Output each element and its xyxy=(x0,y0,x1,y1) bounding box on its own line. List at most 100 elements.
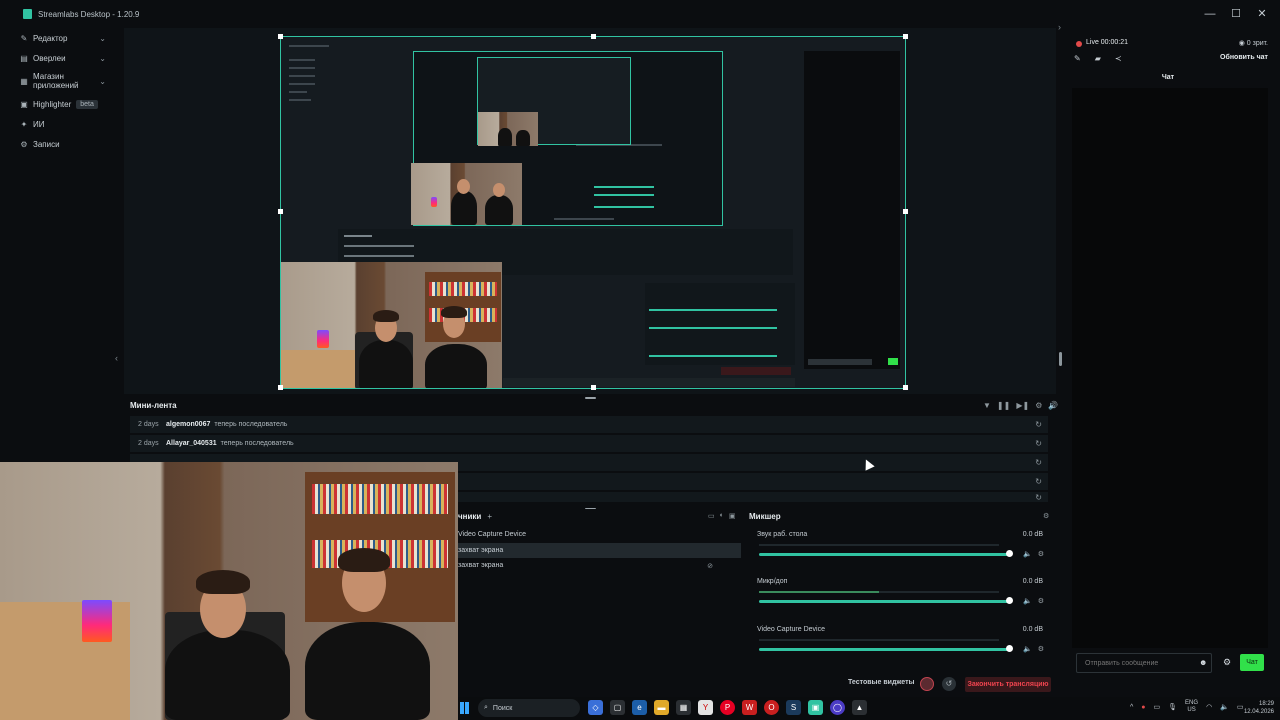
taskbar-search[interactable]: ⌕ Поиск xyxy=(478,699,580,717)
visibility-icon[interactable]: ⊘ xyxy=(707,562,713,570)
volume-icon[interactable]: 🔈 xyxy=(1023,645,1032,653)
volume-slider[interactable] xyxy=(759,600,1011,603)
tray-app-icon[interactable]: ● xyxy=(1141,704,1145,711)
chat-message-input[interactable] xyxy=(1076,653,1212,673)
resize-handle[interactable] xyxy=(278,34,283,39)
replay-icon[interactable]: ↻ xyxy=(1035,477,1042,486)
gear-icon[interactable]: ⚙ xyxy=(1038,550,1044,558)
skip-icon[interactable]: ▶❚ xyxy=(1016,401,1029,410)
chevron-down-icon[interactable]: ⌄ xyxy=(99,34,106,43)
add-folder-icon[interactable]: ▣ xyxy=(729,512,736,520)
feed-user[interactable]: algemon0067 xyxy=(166,421,210,428)
edge-icon[interactable]: e xyxy=(632,700,647,715)
test-widgets-label[interactable]: Тестовые виджеты xyxy=(848,679,914,686)
refresh-chat-button[interactable]: Обновить чат xyxy=(1220,54,1268,61)
widgets-icon[interactable]: ◇ xyxy=(588,700,603,715)
stream-preview[interactable] xyxy=(280,36,906,389)
resize-handle[interactable] xyxy=(903,34,908,39)
volume-icon[interactable]: 🔈 xyxy=(1023,550,1032,558)
folder-icon[interactable]: ▬ xyxy=(654,700,669,715)
wifi-icon[interactable]: ◠ xyxy=(1206,703,1212,711)
app-icon[interactable]: ▲ xyxy=(852,700,867,715)
gear-icon[interactable]: ⚙ xyxy=(1038,597,1044,605)
tray-folder-icon[interactable]: ▭ xyxy=(1154,703,1161,711)
chat-resize-handle[interactable] xyxy=(1059,352,1062,366)
replay-icon[interactable]: ↻ xyxy=(1035,458,1042,467)
chevron-up-icon[interactable]: ^ xyxy=(1130,704,1133,711)
feed-time: 2 days xyxy=(138,440,159,447)
source-item[interactable]: захват экрана ⊘ xyxy=(455,558,741,573)
volume-slider[interactable] xyxy=(759,553,1011,556)
store-icon[interactable]: ▦ xyxy=(676,700,691,715)
sidebar-item-highlighter[interactable]: ▣ Highlighter beta xyxy=(0,94,118,114)
maximize-icon[interactable]: ☐ xyxy=(1230,8,1242,20)
mixer-settings-icon[interactable]: ⚙ xyxy=(1043,512,1049,520)
source-item[interactable]: Video Capture Device xyxy=(455,527,741,542)
add-source-icon[interactable]: + xyxy=(487,512,492,521)
stop-stream-button[interactable]: Закончить трансляцию xyxy=(965,677,1051,692)
volume-knob[interactable] xyxy=(1006,550,1013,557)
resize-handle[interactable] xyxy=(278,385,283,390)
sidebar-item-label: Редактор xyxy=(33,33,68,43)
source-item[interactable]: захват экрана xyxy=(455,543,741,558)
replay-icon[interactable]: ↻ xyxy=(1035,420,1042,429)
gear-icon[interactable]: ⚙ xyxy=(1038,645,1044,653)
steam-icon[interactable]: S xyxy=(786,700,801,715)
collapse-right-icon[interactable]: › xyxy=(1058,22,1061,32)
chat-send-button[interactable]: Чат xyxy=(1240,654,1264,671)
clock[interactable]: 18:29 12.04.2026 xyxy=(1244,700,1274,716)
emoji-icon[interactable]: ☻ xyxy=(1199,658,1207,667)
sidebar-item-recordings[interactable]: ⚙ Записи xyxy=(0,134,118,154)
settings-icon[interactable]: ⚙ xyxy=(1035,401,1042,410)
winrar-icon[interactable]: W xyxy=(742,700,757,715)
opera-icon[interactable]: O xyxy=(764,700,779,715)
scene-icon[interactable]: ◐ xyxy=(720,512,724,520)
taskview-icon[interactable]: ▢ xyxy=(610,700,625,715)
resize-handle[interactable] xyxy=(903,209,908,214)
pinterest-icon[interactable]: P xyxy=(720,700,735,715)
tab-chat[interactable]: Чат xyxy=(1068,74,1268,81)
filter-icon[interactable]: ▼ xyxy=(983,401,991,410)
folder-icon[interactable]: ▰ xyxy=(1095,54,1101,63)
language-indicator[interactable]: ENG US xyxy=(1185,700,1198,714)
share-icon[interactable]: ≺ xyxy=(1115,54,1122,63)
chevron-down-icon[interactable]: ⌄ xyxy=(99,54,106,63)
feed-resize-handle[interactable] xyxy=(585,397,596,399)
folder-icon[interactable]: ▭ xyxy=(708,512,715,520)
resize-handle[interactable] xyxy=(591,385,596,390)
sidebar-item-overlays[interactable]: ▤ Оверлеи ⌄ xyxy=(0,48,118,68)
sidebar-item-ai[interactable]: ✦ ИИ xyxy=(0,114,118,134)
nested-line xyxy=(594,186,654,188)
collapse-left-icon[interactable]: ‹ xyxy=(115,353,118,363)
edit-icon[interactable]: ✎ xyxy=(1074,54,1081,63)
record-button[interactable] xyxy=(920,677,934,691)
resize-handle[interactable] xyxy=(903,385,908,390)
replay-icon[interactable]: ↻ xyxy=(1035,439,1042,448)
bed xyxy=(281,350,365,388)
battery-icon[interactable]: ▭ xyxy=(1237,703,1244,711)
sidebar-item-app-store[interactable]: ▦ Магазин приложений ⌄ xyxy=(0,68,118,94)
close-icon[interactable]: ✕ xyxy=(1256,8,1268,20)
replay-buffer-button[interactable]: ↺ xyxy=(942,677,956,691)
chat-settings-icon[interactable]: ⚙ xyxy=(1223,657,1231,668)
volume-icon[interactable]: 🔈 xyxy=(1023,597,1032,605)
volume-slider[interactable] xyxy=(759,648,1011,651)
volume-icon[interactable]: 🔈 xyxy=(1220,703,1229,711)
volume-knob[interactable] xyxy=(1006,597,1013,604)
microphone-icon[interactable]: 🎙 xyxy=(1168,703,1177,711)
resize-handle[interactable] xyxy=(278,209,283,214)
resize-handle[interactable] xyxy=(591,34,596,39)
volume-knob[interactable] xyxy=(1006,645,1013,652)
streamlabs-icon[interactable]: ▣ xyxy=(808,700,823,715)
feed-user[interactable]: Allayar_040531 xyxy=(166,440,217,447)
pause-icon[interactable]: ❚❚ xyxy=(997,401,1010,410)
replay-icon[interactable]: ↻ xyxy=(1035,493,1042,502)
chevron-down-icon[interactable]: ⌄ xyxy=(99,77,106,86)
feed-message: теперь последователь xyxy=(220,440,294,447)
windows-start-icon[interactable] xyxy=(460,702,469,714)
yandex-icon[interactable]: Y xyxy=(698,700,713,715)
sidebar-item-editor[interactable]: ✎ Редактор ⌄ xyxy=(0,28,118,48)
minimize-icon[interactable]: — xyxy=(1204,8,1216,20)
volume-icon[interactable]: 🔊 xyxy=(1048,401,1058,410)
obs-icon[interactable]: ◯ xyxy=(830,700,845,715)
